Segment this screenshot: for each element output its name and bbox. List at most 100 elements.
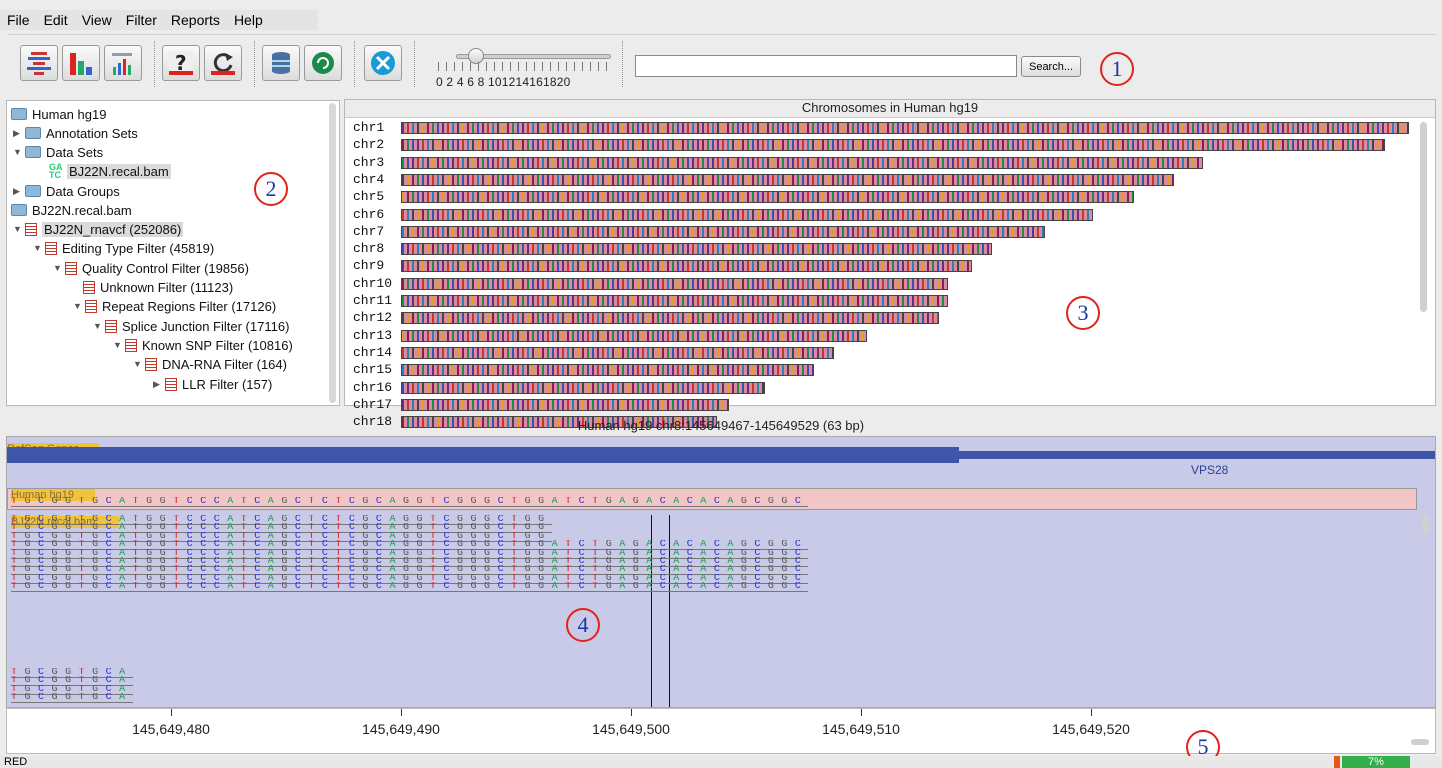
chromosome-label[interactable]: chr3 bbox=[353, 155, 384, 170]
menu-filter[interactable]: Filter bbox=[119, 12, 164, 28]
position-axis: 145,649,480 145,649,490 145,649,500 145,649… bbox=[6, 708, 1436, 754]
filter-icon bbox=[45, 241, 57, 255]
tree-label: DNA-RNA Filter (164) bbox=[162, 356, 287, 372]
chromosome-label[interactable]: chr15 bbox=[353, 362, 392, 377]
search-input[interactable] bbox=[635, 55, 1017, 77]
tree-scrollbar[interactable] bbox=[329, 103, 336, 403]
axis-tick bbox=[401, 709, 402, 716]
tree-filter-repeat-regions[interactable]: ▼ Repeat Regions Filter (17126) bbox=[73, 297, 276, 315]
chromosome-label[interactable]: chr10 bbox=[353, 276, 392, 291]
chromosome-bar[interactable] bbox=[401, 208, 1094, 221]
bar-chart-button[interactable] bbox=[62, 45, 100, 81]
chromosome-bar[interactable] bbox=[401, 139, 1385, 152]
axis-scrollbar[interactable] bbox=[1411, 739, 1429, 745]
axis-tick bbox=[861, 709, 862, 716]
menu-edit[interactable]: Edit bbox=[37, 12, 75, 28]
tree-annotation-sets[interactable]: ▶ Annotation Sets bbox=[13, 124, 138, 142]
chromosome-label[interactable]: chr2 bbox=[353, 137, 384, 152]
tree-filter-dna-rna[interactable]: ▼ DNA-RNA Filter (164) bbox=[133, 355, 287, 373]
chromosome-bar[interactable] bbox=[401, 191, 1134, 204]
chromosome-label[interactable]: chr17 bbox=[353, 397, 392, 412]
chromosome-bar[interactable] bbox=[401, 122, 1409, 134]
settings-button[interactable] bbox=[364, 45, 402, 81]
gene-name: VPS28 bbox=[1191, 463, 1229, 477]
histogram-button[interactable] bbox=[104, 45, 142, 81]
chromosome-label[interactable]: chr7 bbox=[353, 224, 384, 239]
chromosome-bar[interactable] bbox=[401, 312, 940, 325]
chromosome-bar[interactable] bbox=[401, 260, 972, 273]
status-mode: RED bbox=[4, 756, 28, 768]
chromosome-label[interactable]: chr12 bbox=[353, 310, 392, 325]
chromosome-label[interactable]: chr5 bbox=[353, 189, 384, 204]
chromosome-bar[interactable] bbox=[401, 225, 1045, 238]
axis-tick bbox=[1091, 709, 1092, 716]
tree-bam-group[interactable]: BJ22N.recal.bam bbox=[11, 201, 132, 219]
callout-4: 4 bbox=[566, 608, 600, 642]
tree-filter-quality-control[interactable]: ▼ Quality Control Filter (19856) bbox=[53, 259, 249, 277]
menu-help[interactable]: Help bbox=[227, 12, 270, 28]
status-bar: RED 7% bbox=[0, 756, 1442, 768]
tree-bam-file[interactable]: GA TC BJ22N.recal.bam bbox=[49, 162, 171, 180]
collapse-arrow-icon[interactable]: ▼ bbox=[13, 224, 25, 234]
collapse-arrow-icon[interactable]: ▼ bbox=[93, 321, 105, 331]
chromosome-label[interactable]: chr16 bbox=[353, 380, 392, 395]
menu-view[interactable]: View bbox=[75, 12, 119, 28]
chromosome-label[interactable]: chr8 bbox=[353, 241, 384, 256]
expand-arrow-icon[interactable]: ▶ bbox=[13, 186, 25, 197]
collapse-arrow-icon[interactable]: ▼ bbox=[13, 147, 25, 157]
menu-reports[interactable]: Reports bbox=[164, 12, 227, 28]
chromosome-bar[interactable] bbox=[401, 329, 867, 342]
chromosome-label[interactable]: chr1 bbox=[353, 120, 384, 135]
expand-arrow-icon[interactable]: ▶ bbox=[13, 128, 25, 139]
filter-icon bbox=[65, 261, 77, 275]
search-button[interactable]: Search... bbox=[1021, 56, 1081, 77]
chromosome-panel-title: Chromosomes in Human hg19 bbox=[345, 100, 1435, 118]
database-button[interactable] bbox=[262, 45, 300, 81]
help-button[interactable]: ? bbox=[162, 45, 200, 81]
tree-filter-llr[interactable]: ▶ LLR Filter (157) bbox=[153, 375, 272, 393]
refresh-button[interactable] bbox=[204, 45, 242, 81]
chromosome-bar[interactable] bbox=[401, 346, 835, 359]
collapse-arrow-icon[interactable]: ▼ bbox=[113, 340, 125, 350]
collapse-arrow-icon[interactable]: ▼ bbox=[73, 301, 85, 311]
chromosome-label[interactable]: chr9 bbox=[353, 258, 384, 273]
collapse-arrow-icon[interactable]: ▼ bbox=[133, 359, 145, 369]
chromosome-bar[interactable] bbox=[401, 364, 814, 377]
chromosome-scrollbar[interactable] bbox=[1420, 122, 1427, 312]
tree-filter-unknown[interactable]: Unknown Filter (11123) bbox=[83, 278, 233, 296]
run-button[interactable] bbox=[304, 45, 342, 81]
chromosome-label[interactable]: chr14 bbox=[353, 345, 392, 360]
menu-file[interactable]: File bbox=[0, 12, 37, 28]
tree-filter-root[interactable]: ▼ BJ22N_rnavcf (252086) bbox=[13, 220, 184, 238]
tree-genome[interactable]: Human hg19 bbox=[11, 105, 106, 123]
tree-filter-editing-type[interactable]: ▼ Editing Type Filter (45819) bbox=[33, 239, 214, 257]
read-row: TGCGGTGCATGGTCCCATCAGCTCTCGCAGGTCGGGCTGG… bbox=[11, 582, 809, 593]
axis-tick-label: 145,649,520 bbox=[1052, 721, 1130, 737]
chromosome-label[interactable]: chr4 bbox=[353, 172, 384, 187]
track-area[interactable]: RefSeq Genes VPS28 Human hg19 BJ22N.reca… bbox=[6, 436, 1436, 708]
tree-data-sets[interactable]: ▼ Data Sets bbox=[13, 143, 103, 161]
tree-data-groups[interactable]: ▶ Data Groups bbox=[13, 182, 120, 200]
toolbar-separator bbox=[154, 41, 155, 87]
chromosome-bar[interactable] bbox=[401, 398, 729, 411]
chromosome-bar[interactable] bbox=[401, 295, 948, 307]
chromosome-bar[interactable] bbox=[401, 156, 1203, 169]
chromosome-bar[interactable] bbox=[401, 243, 993, 256]
chromosome-bar[interactable] bbox=[401, 277, 948, 290]
chromosome-label[interactable]: chr6 bbox=[353, 207, 384, 222]
chromosome-label[interactable]: chr13 bbox=[353, 328, 392, 343]
tree-label: Editing Type Filter (45819) bbox=[62, 240, 215, 256]
tree-filter-known-snp[interactable]: ▼ Known SNP Filter (10816) bbox=[113, 336, 293, 354]
tree-label: Data Sets bbox=[46, 144, 104, 160]
track-scrollbar[interactable] bbox=[1422, 515, 1429, 533]
tree-filter-splice-junction[interactable]: ▼ Splice Junction Filter (17116) bbox=[93, 317, 289, 335]
axis-tick-label: 145,649,480 bbox=[132, 721, 210, 737]
collapse-arrow-icon[interactable]: ▼ bbox=[33, 243, 45, 253]
chromosome-label[interactable]: chr11 bbox=[353, 293, 392, 308]
folder-icon bbox=[11, 108, 27, 120]
genome-view-button[interactable] bbox=[20, 45, 58, 81]
chromosome-bar[interactable] bbox=[401, 381, 766, 394]
expand-arrow-icon[interactable]: ▶ bbox=[153, 379, 165, 390]
chromosome-bar[interactable] bbox=[401, 173, 1175, 186]
collapse-arrow-icon[interactable]: ▼ bbox=[53, 263, 65, 273]
